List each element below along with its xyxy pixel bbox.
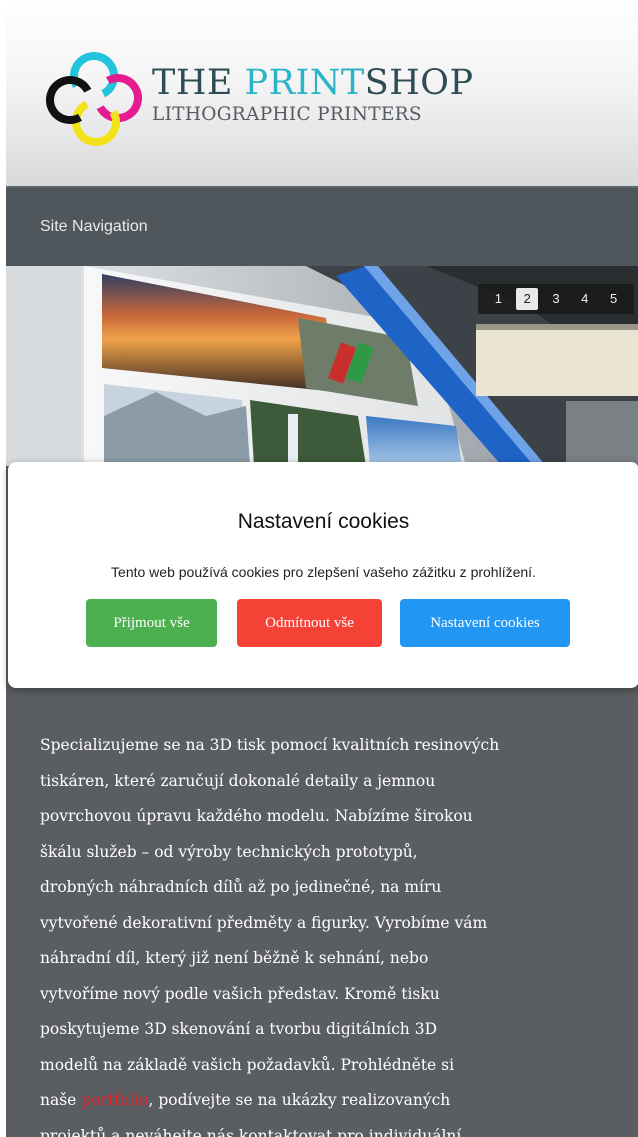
site-header: THE PRINTSHOP LITHOGRAPHIC PRINTERS bbox=[6, 0, 638, 186]
intro-line-12: projektů a neváhejte nás kontaktovat pro… bbox=[40, 1126, 462, 1137]
intro-line-7: náhradní díl, který již není běžně k seh… bbox=[40, 949, 429, 967]
intro-line-1: Specializujeme se na 3D tisk pomocí kval… bbox=[40, 736, 500, 754]
accept-all-button[interactable]: Přijmout vše bbox=[86, 599, 217, 647]
intro-line-5: drobných náhradních dílů až po jedinečné… bbox=[40, 878, 442, 896]
intro-line-10: modelů na základě vašich požadavků. Proh… bbox=[40, 1055, 455, 1074]
printshop-logo-icon[interactable] bbox=[36, 46, 146, 151]
intro-line-8: vytvoříme nový podle vašich představ. Kr… bbox=[40, 984, 440, 1003]
intro-line-3: povrchovou úpravu každého modelu. Nabízí… bbox=[40, 807, 473, 825]
logo-title-the: THE bbox=[152, 63, 245, 103]
portfolio-link[interactable]: portfolio bbox=[81, 1091, 148, 1109]
logo-subtitle: LITHOGRAPHIC PRINTERS bbox=[152, 104, 422, 125]
slider-page-2[interactable]: 2 bbox=[516, 288, 539, 310]
cookie-dialog-title: Nastavení cookies bbox=[237, 510, 410, 533]
intro-line-4: škálu služeb – od výroby technických pro… bbox=[40, 842, 418, 861]
intro-line-2: tiskáren, které zaručují dokonalé detail… bbox=[40, 771, 436, 790]
slider-page-4[interactable]: 4 bbox=[574, 288, 596, 310]
hero-slider: 1 2 3 4 5 bbox=[6, 266, 638, 466]
slider-page-3[interactable]: 3 bbox=[545, 288, 567, 310]
logo-title: THE PRINTSHOP bbox=[152, 64, 474, 102]
slider-page-1[interactable]: 1 bbox=[487, 288, 509, 310]
slider-page-5[interactable]: 5 bbox=[603, 288, 625, 310]
cookie-consent-dialog: Nastavení cookies Tento web používá cook… bbox=[8, 462, 638, 688]
logo-text: THE PRINTSHOP LITHOGRAPHIC PRINTERS bbox=[152, 64, 474, 125]
intro-text: Specializujeme se na 3D tisk pomocí kval… bbox=[40, 728, 600, 1137]
portfolio-prefix: naše bbox=[40, 1091, 82, 1109]
intro-line-9: poskytujeme 3D skenování a tvorbu digitá… bbox=[40, 1020, 437, 1038]
cookie-dialog-text: Tento web používá cookies pro zlepšení v… bbox=[111, 564, 536, 580]
site-navigation-toggle[interactable]: Site Navigation bbox=[40, 218, 148, 236]
logo-title-shop: SHOP bbox=[364, 63, 474, 103]
logo-title-print: PRINT bbox=[244, 63, 365, 103]
intro-line-11: naše portfolio, podívejte se na ukázky r… bbox=[40, 1083, 600, 1119]
site-navigation-bar[interactable]: Site Navigation bbox=[6, 186, 638, 266]
portfolio-suffix: , podívejte se na ukázky realizovaných bbox=[148, 1091, 451, 1109]
intro-line-6: vytvořené dekorativní předměty a figurky… bbox=[40, 913, 488, 932]
reject-all-button[interactable]: Odmítnout vše bbox=[237, 599, 382, 647]
cookie-settings-button[interactable]: Nastavení cookies bbox=[400, 599, 570, 647]
slider-pagination: 1 2 3 4 5 bbox=[478, 284, 634, 314]
